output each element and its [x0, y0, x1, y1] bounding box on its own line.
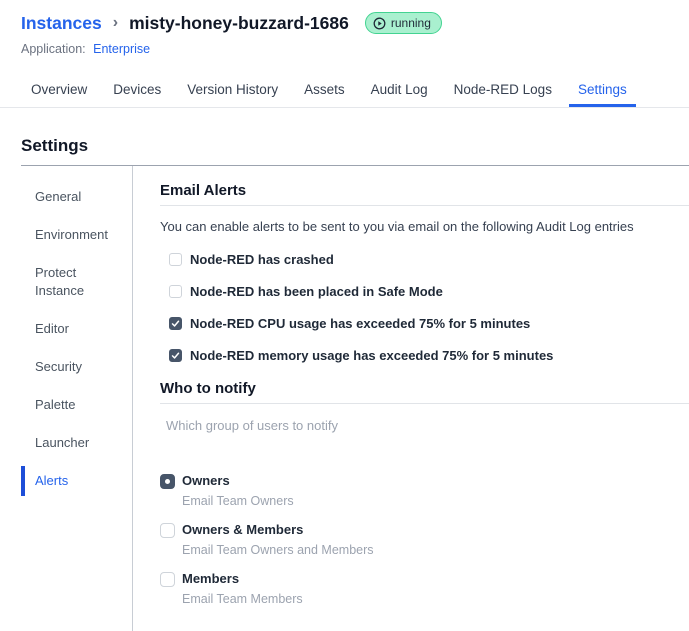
breadcrumb: Instances › misty-honey-buzzard-1686 run…	[21, 12, 668, 34]
checkbox-memory[interactable]	[169, 349, 182, 362]
alert-option-crashed[interactable]: Node-RED has crashed	[169, 252, 689, 268]
alert-option-safe-mode[interactable]: Node-RED has been placed in Safe Mode	[169, 284, 689, 300]
sidebar-item-protect-instance[interactable]: Protect Instance	[21, 258, 132, 306]
tab-node-red-logs[interactable]: Node-RED Logs	[445, 76, 561, 107]
application-link[interactable]: Enterprise	[93, 42, 150, 56]
instance-name-title: misty-honey-buzzard-1686	[129, 12, 349, 33]
status-badge: running	[364, 12, 442, 34]
application-label: Application:	[21, 42, 86, 56]
notify-helper-text: Which group of users to notify	[166, 418, 338, 433]
radio-owners-members[interactable]	[160, 523, 175, 538]
notify-option-description: Email Team Owners	[182, 494, 294, 508]
checkbox-cpu[interactable]	[169, 317, 182, 330]
alert-option-label: Node-RED has been placed in Safe Mode	[190, 284, 443, 299]
alert-option-label: Node-RED memory usage has exceeded 75% f…	[190, 348, 554, 363]
notify-option-description: Email Team Owners and Members	[182, 543, 374, 557]
tab-audit-log[interactable]: Audit Log	[362, 76, 437, 107]
settings-page-title: Settings	[21, 136, 89, 155]
sidebar-item-palette[interactable]: Palette	[21, 390, 132, 420]
breadcrumb-instances-link[interactable]: Instances	[21, 13, 102, 34]
tab-devices[interactable]: Devices	[104, 76, 170, 107]
tab-settings[interactable]: Settings	[569, 76, 636, 107]
status-badge-label: running	[390, 16, 431, 30]
radio-dot	[165, 479, 170, 484]
application-row: Application: Enterprise	[21, 42, 668, 56]
alert-option-memory[interactable]: Node-RED memory usage has exceeded 75% f…	[169, 348, 689, 364]
radio-owners[interactable]	[160, 474, 175, 489]
breadcrumb-chevron-icon: ›	[112, 14, 119, 31]
sidebar-item-launcher[interactable]: Launcher	[21, 428, 132, 458]
tab-assets[interactable]: Assets	[295, 76, 354, 107]
sidebar-item-editor[interactable]: Editor	[21, 314, 132, 344]
notify-option-members[interactable]: Members Email Team Members	[160, 571, 689, 607]
email-alerts-options: Node-RED has crashed Node-RED has been p…	[169, 252, 689, 364]
alert-option-cpu[interactable]: Node-RED CPU usage has exceeded 75% for …	[169, 316, 689, 332]
alerts-settings-panel: Email Alerts You can enable alerts to be…	[133, 166, 689, 631]
notify-option-owners[interactable]: Owners Email Team Owners	[160, 473, 689, 509]
notify-options: Owners Email Team Owners Owners & Member…	[160, 473, 689, 607]
notify-option-owners-members[interactable]: Owners & Members Email Team Owners and M…	[160, 522, 689, 558]
check-icon	[171, 320, 180, 327]
notify-option-label: Members	[182, 571, 240, 586]
checkbox-crashed[interactable]	[169, 253, 182, 266]
email-alerts-divider	[160, 205, 689, 206]
sidebar-item-security[interactable]: Security	[21, 352, 132, 382]
page-header: Instances › misty-honey-buzzard-1686 run…	[0, 0, 689, 56]
tab-overview[interactable]: Overview	[22, 76, 96, 107]
settings-sidebar: General Environment Protect Instance Edi…	[21, 166, 133, 631]
email-alerts-heading: Email Alerts	[160, 182, 247, 199]
sidebar-item-environment[interactable]: Environment	[21, 220, 132, 250]
who-to-notify-heading: Who to notify	[160, 380, 256, 397]
alert-option-label: Node-RED has crashed	[190, 252, 334, 267]
notify-option-label: Owners & Members	[182, 522, 304, 537]
alert-option-label: Node-RED CPU usage has exceeded 75% for …	[190, 316, 531, 331]
sidebar-item-alerts[interactable]: Alerts	[21, 466, 132, 496]
radio-members[interactable]	[160, 572, 175, 587]
sidebar-item-general[interactable]: General	[21, 182, 132, 212]
notify-option-description: Email Team Members	[182, 592, 303, 606]
who-to-notify-divider	[160, 403, 689, 404]
email-alerts-description: You can enable alerts to be sent to you …	[160, 219, 634, 234]
settings-content: General Environment Protect Instance Edi…	[0, 166, 689, 631]
tab-version-history[interactable]: Version History	[178, 76, 287, 107]
notify-option-label: Owners	[182, 473, 230, 488]
checkbox-safe-mode[interactable]	[169, 285, 182, 298]
play-circle-icon	[373, 17, 386, 29]
instance-tab-bar: Overview Devices Version History Assets …	[0, 76, 689, 108]
check-icon	[171, 352, 180, 359]
